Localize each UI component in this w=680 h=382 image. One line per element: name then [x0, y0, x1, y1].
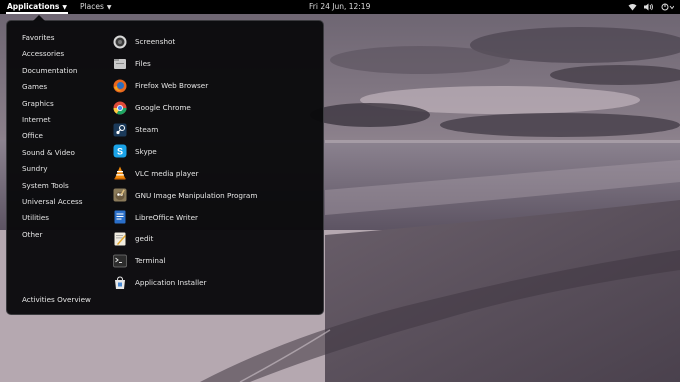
app-label: Files [135, 59, 151, 69]
chrome-icon [113, 101, 127, 115]
app-item-application-installer[interactable]: Application Installer [113, 272, 257, 294]
app-item-gimp[interactable]: GNU Image Manipulation Program [113, 184, 257, 206]
category-documentation[interactable]: Documentation [22, 64, 82, 80]
screenshot-icon [113, 35, 127, 49]
category-games[interactable]: Games [22, 80, 82, 96]
applications-menu-button[interactable]: Applications ▼ [4, 0, 70, 14]
system-tray[interactable] [628, 0, 674, 14]
chevron-down-icon: ▼ [62, 4, 67, 11]
chevron-down-icon: ▼ [106, 4, 112, 11]
app-item-steam[interactable]: Steam [113, 119, 257, 141]
app-item-vlc[interactable]: VLC media player [113, 162, 257, 184]
libreoffice-writer-icon [114, 210, 126, 224]
skype-icon: S [113, 144, 127, 158]
app-item-terminal[interactable]: Terminal [113, 250, 257, 272]
app-item-files[interactable]: Files [113, 53, 257, 75]
category-sound-video[interactable]: Sound & Video [22, 146, 82, 162]
files-icon [114, 58, 126, 69]
app-item-google-chrome[interactable]: Google Chrome [113, 97, 257, 119]
category-utilities[interactable]: Utilities [22, 211, 82, 227]
application-list: Screenshot Files Firefox Web Browser Goo… [113, 31, 257, 294]
network-wifi-icon[interactable] [628, 3, 637, 11]
svg-text:S: S [117, 147, 123, 157]
app-label: Steam [135, 125, 159, 134]
vlc-icon [114, 166, 126, 180]
applications-menu-label: Applications [7, 2, 60, 11]
activities-overview-button[interactable]: Activities Overview [22, 295, 91, 304]
applications-menu-popup: Favorites Accessories Documentation Game… [6, 15, 324, 315]
category-list: Favorites Accessories Documentation Game… [22, 31, 82, 244]
app-label: VLC media player [135, 168, 199, 178]
category-favorites[interactable]: Favorites [22, 31, 82, 47]
category-internet[interactable]: Internet [22, 113, 82, 129]
places-menu-label: Places [80, 2, 104, 11]
category-sundry[interactable]: Sundry [22, 162, 82, 178]
app-label: Google Chrome [135, 103, 191, 113]
application-installer-icon [115, 276, 125, 289]
places-menu-button[interactable]: Places ▼ [80, 0, 111, 14]
app-label: Firefox Web Browser [135, 81, 209, 91]
app-item-libreoffice-writer[interactable]: LibreOffice Writer [113, 206, 257, 228]
firefox-icon [113, 79, 127, 93]
clock[interactable]: Fri 24 Jun, 12:19 [309, 0, 370, 14]
steam-icon [113, 123, 127, 136]
category-system-tools[interactable]: System Tools [22, 179, 82, 195]
power-icon[interactable] [661, 3, 674, 11]
category-accessories[interactable]: Accessories [22, 47, 82, 63]
app-label: LibreOffice Writer [135, 212, 198, 222]
category-graphics[interactable]: Graphics [22, 97, 82, 113]
app-label: GNU Image Manipulation Program [135, 190, 258, 200]
gimp-icon [113, 188, 127, 202]
app-item-gedit[interactable]: gedit [113, 228, 257, 250]
app-label: Skype [135, 146, 157, 156]
top-bar: Applications ▼ Places ▼ Fri 24 Jun, 12:19 [0, 0, 680, 14]
terminal-icon [113, 254, 127, 268]
app-item-firefox[interactable]: Firefox Web Browser [113, 75, 257, 97]
gedit-icon [114, 232, 126, 246]
app-label: Terminal [135, 256, 166, 266]
category-universal-access[interactable]: Universal Access [22, 195, 82, 211]
category-office[interactable]: Office [22, 129, 82, 145]
app-label: Application Installer [135, 278, 207, 288]
app-label: gedit [135, 234, 154, 244]
app-item-screenshot[interactable]: Screenshot [113, 31, 257, 53]
category-other[interactable]: Other [22, 228, 82, 244]
app-label: Screenshot [135, 37, 176, 47]
volume-icon[interactable] [644, 3, 654, 11]
app-item-skype[interactable]: S Skype [113, 140, 257, 162]
